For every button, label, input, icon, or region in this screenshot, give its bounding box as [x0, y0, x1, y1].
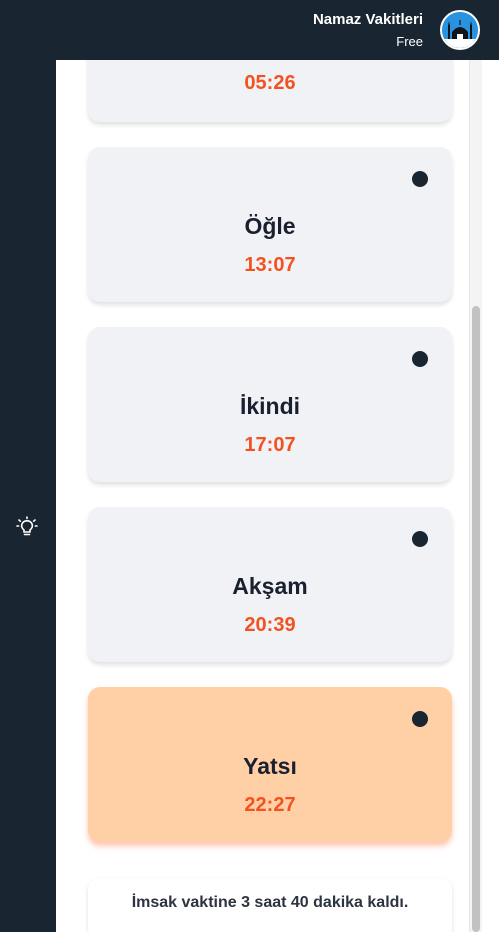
prayer-time: 05:26: [244, 72, 296, 94]
prayer-times-panel[interactable]: 05:26 Öğle 13:07 İkindi 17:07 Akşam 20:3…: [56, 60, 499, 932]
prayer-card-yatsi: Yatsı 22:27: [88, 687, 452, 842]
scrollbar-track[interactable]: [469, 60, 482, 932]
mosque-avatar-icon[interactable]: [440, 10, 480, 50]
status-dot: [412, 171, 428, 187]
lightbulb-icon[interactable]: [16, 516, 38, 538]
prayer-name: Yatsı: [243, 753, 297, 779]
plan-label: Free: [396, 34, 423, 49]
status-dot: [412, 531, 428, 547]
sidebar: [0, 60, 56, 932]
prayer-time: 17:07: [244, 434, 296, 456]
remaining-time-text: İmsak vaktine 3 saat 40 dakika kaldı.: [131, 894, 409, 911]
prayer-card-ikindi: İkindi 17:07: [88, 327, 452, 482]
prayer-card-aksam: Akşam 20:39: [88, 507, 452, 662]
status-dot: [412, 351, 428, 367]
prayer-name: Öğle: [244, 213, 296, 239]
scrollbar-thumb[interactable]: [472, 306, 480, 932]
app-title: Namaz Vakitleri: [312, 11, 423, 28]
remaining-time-box: İmsak vaktine 3 saat 40 dakika kaldı.: [88, 878, 452, 932]
prayer-time: 22:27: [244, 794, 296, 816]
prayer-card-imsak: 05:26: [88, 60, 452, 122]
prayer-name: Akşam: [232, 573, 308, 599]
prayer-name: İkindi: [239, 393, 301, 419]
top-bar: Namaz Vakitleri Free: [0, 0, 499, 60]
prayer-time: 13:07: [244, 254, 296, 276]
status-dot: [412, 711, 428, 727]
prayer-time: 20:39: [244, 614, 296, 636]
prayer-card-ogle: Öğle 13:07: [88, 147, 452, 302]
